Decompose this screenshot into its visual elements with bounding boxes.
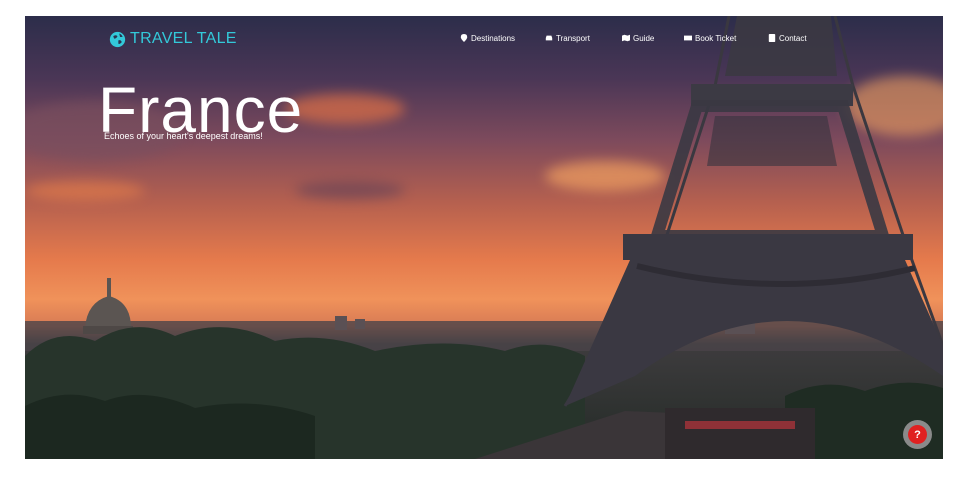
brand-logo[interactable]: TRAVEL TALE [109, 29, 237, 49]
nav-contact[interactable]: Contact [768, 31, 807, 45]
nav-contact-label: Contact [779, 33, 807, 43]
brand-name: TRAVEL TALE [130, 30, 237, 47]
help-button[interactable]: ? [903, 420, 932, 449]
nav-transport[interactable]: Transport [545, 31, 590, 45]
nav-book-ticket[interactable]: Book Ticket [684, 31, 736, 45]
nav-transport-label: Transport [556, 33, 590, 43]
car-icon [545, 35, 553, 41]
map-pin-icon [460, 34, 468, 42]
map-icon [622, 34, 630, 42]
hero-subtitle: Echoes of your heart's deepest dreams! [104, 131, 263, 141]
contact-icon [768, 34, 776, 42]
help-icon: ? [908, 425, 927, 444]
nav-destinations[interactable]: Destinations [460, 31, 515, 45]
globe-icon [109, 31, 126, 47]
nav-guide[interactable]: Guide [622, 31, 654, 45]
nav-guide-label: Guide [633, 33, 655, 43]
nav-destinations-label: Destinations [471, 33, 516, 43]
ticket-icon [684, 35, 692, 41]
nav-book-ticket-label: Book Ticket [695, 33, 737, 43]
